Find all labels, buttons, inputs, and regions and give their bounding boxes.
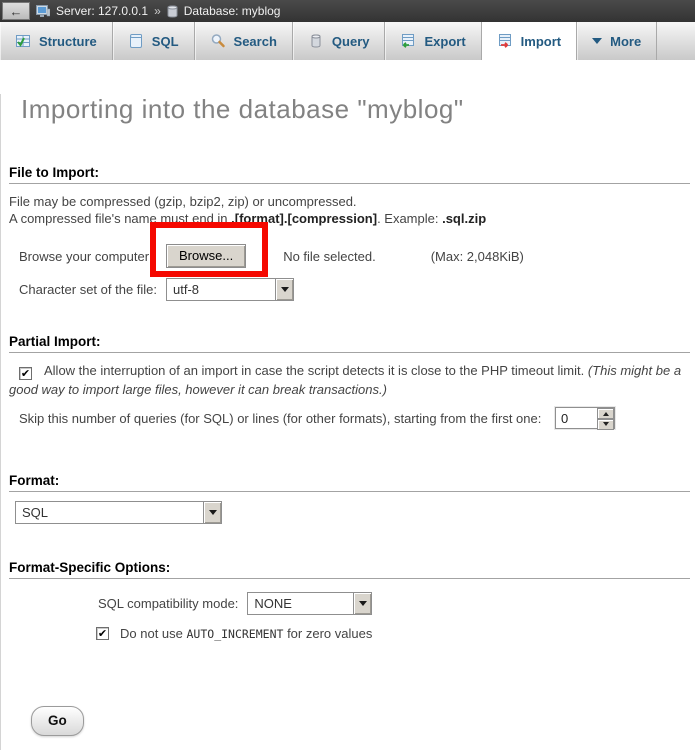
interrupt-checkbox[interactable]: ✔	[19, 367, 32, 380]
query-icon	[308, 33, 324, 49]
hint-format-compression: .[format].[compression]	[231, 211, 377, 226]
browse-label: Browse your computer:	[19, 249, 166, 264]
breadcrumb-server[interactable]: Server: 127.0.0.1	[56, 4, 148, 18]
hint-line2-prefix: A compressed file's name must end in	[9, 211, 231, 226]
chevron-down-icon	[592, 38, 602, 49]
go-button[interactable]: Go	[31, 706, 84, 736]
tab-label: Search	[234, 34, 277, 49]
autoincrement-checkbox[interactable]: ✔	[96, 627, 109, 640]
tab-label: SQL	[152, 34, 179, 49]
spinner-down-button[interactable]	[597, 419, 614, 430]
format-value: SQL	[16, 502, 203, 523]
partial-import-option: ✔ Allow the interruption of an import in …	[9, 361, 685, 399]
import-icon	[497, 33, 513, 49]
sql-icon	[128, 33, 144, 49]
tab-label: Structure	[39, 34, 97, 49]
dropdown-arrow-icon	[275, 279, 293, 300]
charset-select[interactable]: utf-8	[166, 278, 294, 301]
browse-row: Browse your computer: Browse... No file …	[19, 243, 695, 269]
back-button[interactable]: ←	[2, 2, 30, 20]
hint-line1: File may be compressed (gzip, bzip2, zip…	[9, 194, 357, 209]
breadcrumb-database[interactable]: Database: myblog	[184, 4, 281, 18]
charset-value: utf-8	[167, 279, 275, 300]
hint-example: .sql.zip	[442, 211, 486, 226]
autoincrement-row: ✔ Do not use AUTO_INCREMENT for zero val…	[96, 626, 695, 641]
charset-label: Character set of the file:	[19, 282, 166, 297]
file-import-heading: File to Import:	[9, 165, 690, 184]
tab-label: Export	[424, 34, 465, 49]
skip-label: Skip this number of queries (for SQL) or…	[19, 411, 555, 426]
export-icon	[400, 33, 416, 49]
format-select[interactable]: SQL	[15, 501, 222, 524]
search-icon	[210, 33, 226, 49]
tab-import[interactable]: Import	[482, 22, 577, 60]
server-icon	[36, 5, 50, 18]
charset-row: Character set of the file: utf-8	[19, 278, 695, 301]
tab-search[interactable]: Search	[195, 22, 293, 60]
structure-icon	[15, 33, 31, 49]
spinner-up-button[interactable]	[597, 408, 614, 419]
database-icon	[167, 5, 178, 18]
autoincrement-code: AUTO_INCREMENT	[187, 627, 284, 641]
main-content: Importing into the database "myblog" Fil…	[0, 94, 695, 750]
dropdown-arrow-icon	[203, 502, 221, 523]
tab-label: More	[610, 34, 641, 49]
skip-number-value: 0	[556, 408, 597, 428]
breadcrumb-separator: »	[154, 4, 161, 18]
skip-number-input[interactable]: 0	[555, 407, 615, 429]
tab-query[interactable]: Query	[293, 22, 386, 60]
browse-button[interactable]: Browse...	[166, 244, 246, 268]
tab-bar: Structure SQL Search Query Export Import…	[0, 22, 695, 60]
autoincrement-label: Do not use AUTO_INCREMENT for zero value…	[120, 626, 372, 641]
dropdown-arrow-icon	[353, 593, 371, 614]
page-title: Importing into the database "myblog"	[21, 94, 695, 125]
file-import-hint: File may be compressed (gzip, bzip2, zip…	[9, 193, 687, 227]
no-file-text: No file selected.	[283, 249, 376, 264]
compat-value: NONE	[248, 593, 353, 614]
tab-export[interactable]: Export	[385, 22, 481, 60]
skip-row: Skip this number of queries (for SQL) or…	[19, 407, 695, 429]
hint-line2-mid: . Example:	[377, 211, 442, 226]
compat-select[interactable]: NONE	[247, 592, 372, 615]
tab-label: Query	[332, 34, 370, 49]
back-arrow-icon: ←	[10, 5, 23, 18]
partial-import-heading: Partial Import:	[9, 334, 690, 353]
format-options-heading: Format-Specific Options:	[9, 560, 690, 579]
tab-label: Import	[521, 34, 561, 49]
format-heading: Format:	[9, 473, 690, 492]
interrupt-label: Allow the interruption of an import in c…	[44, 363, 588, 378]
tab-sql[interactable]: SQL	[113, 22, 195, 60]
tab-more[interactable]: More	[577, 22, 657, 60]
breadcrumb: ← Server: 127.0.0.1 » Database: myblog	[0, 0, 695, 22]
max-size-text: (Max: 2,048KiB)	[431, 249, 524, 264]
tab-structure[interactable]: Structure	[0, 22, 113, 60]
compat-label: SQL compatibility mode:	[98, 596, 238, 611]
compat-row: SQL compatibility mode: NONE	[98, 591, 695, 615]
